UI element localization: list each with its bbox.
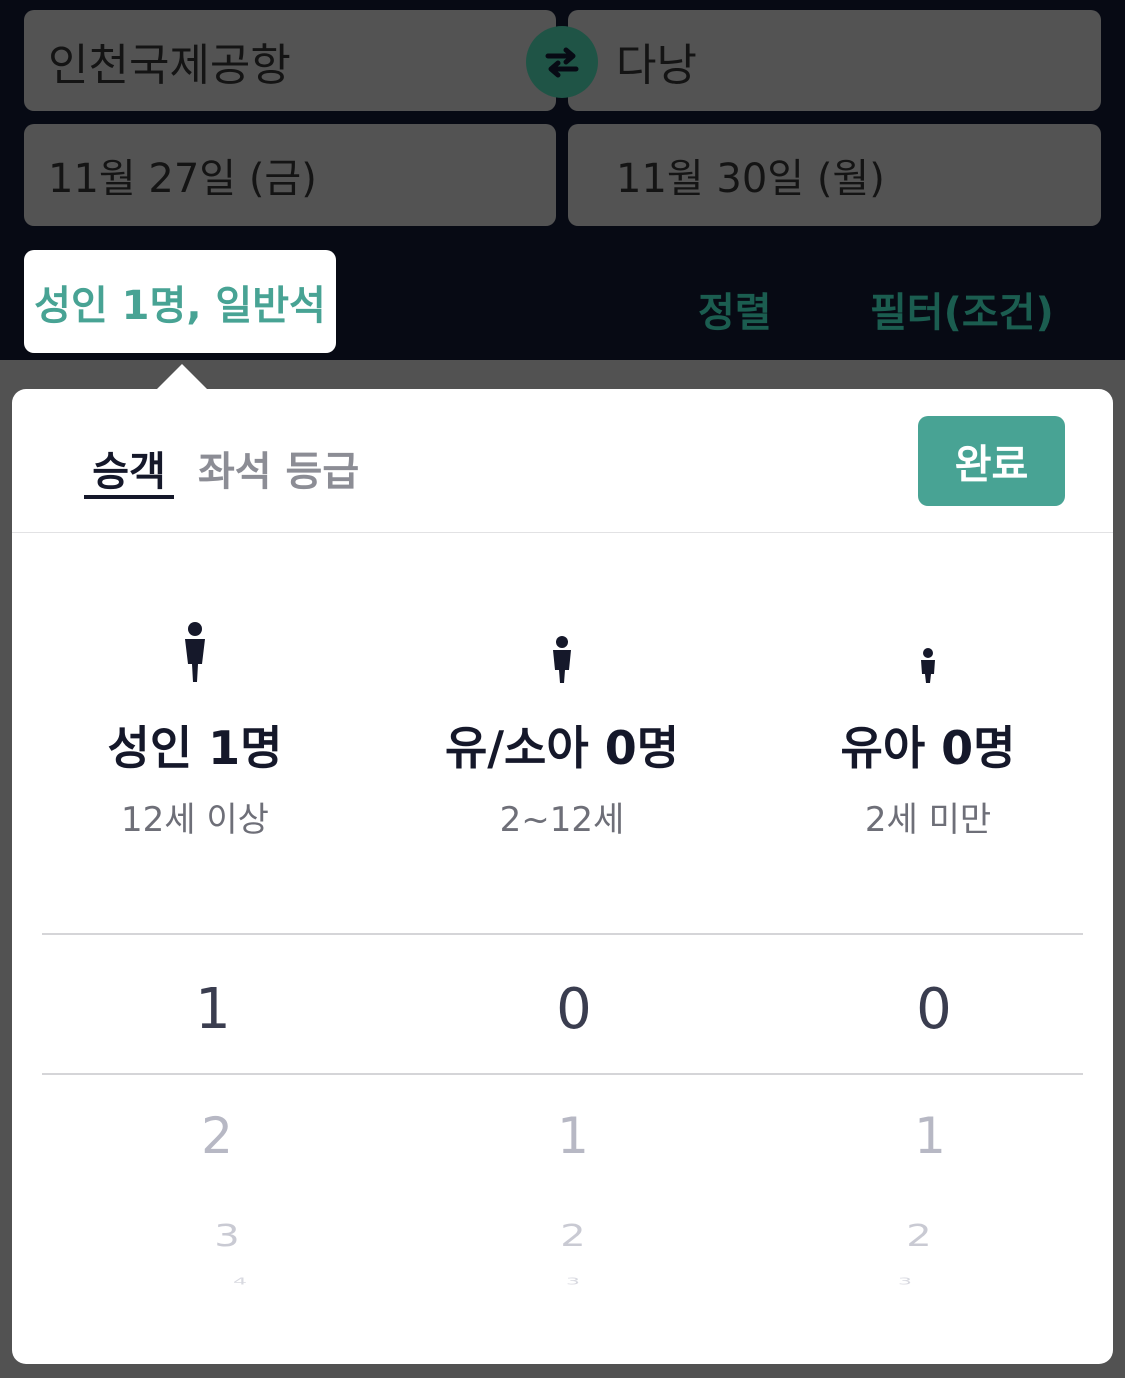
- departure-date-label: 11월 27일 (금): [48, 156, 317, 202]
- sort-button[interactable]: 정렬: [698, 280, 772, 338]
- filter-button[interactable]: 필터(조건): [870, 280, 1054, 338]
- adult-picker-selected[interactable]: 1: [173, 977, 253, 1042]
- tab-active-indicator: [84, 495, 174, 499]
- infant-age-label: 2세 미만: [864, 800, 992, 840]
- adult-count-label: 성인 1명: [107, 721, 283, 775]
- swap-button[interactable]: [526, 26, 598, 98]
- child-picker-selected[interactable]: 0: [534, 977, 614, 1042]
- passenger-sheet: 승객 좌석 등급 완료 성인 1명 12세 이상 유/소아 0명 2~12세 유…: [12, 389, 1113, 1364]
- origin-field[interactable]: 인천국제공항: [24, 10, 556, 111]
- child-column: 유/소아 0명 2~12세: [382, 604, 742, 841]
- child-age-label: 2~12세: [499, 800, 625, 840]
- infant-count-label: 유아 0명: [840, 721, 1016, 775]
- child-picker-option[interactable]: 2: [533, 1219, 613, 1254]
- infant-picker-option[interactable]: 2: [879, 1219, 959, 1254]
- infant-picker-option[interactable]: 1: [890, 1107, 970, 1165]
- adult-icon: [185, 622, 205, 682]
- return-date-label: 11월 30일 (월): [616, 156, 885, 202]
- adult-picker-option[interactable]: 2: [177, 1107, 257, 1165]
- destination-label: 다낭: [616, 39, 697, 91]
- child-icon: [553, 636, 571, 683]
- adult-picker-option[interactable]: 4: [200, 1276, 280, 1287]
- child-picker-option[interactable]: 3: [533, 1276, 613, 1287]
- search-header: 인천국제공항 다낭 11월 27일 (금) 11월 30일 (월) 성인 1명,…: [0, 0, 1125, 360]
- origin-label: 인천국제공항: [48, 39, 291, 91]
- done-button[interactable]: 완료: [918, 416, 1065, 506]
- tab-passengers[interactable]: 승객: [84, 439, 174, 497]
- departure-date-field[interactable]: 11월 27일 (금): [24, 124, 556, 226]
- adult-age-label: 12세 이상: [121, 800, 269, 840]
- infant-picker-selected[interactable]: 0: [894, 977, 974, 1042]
- child-picker-option[interactable]: 1: [533, 1107, 613, 1165]
- picker-selection-top-line: [42, 933, 1083, 935]
- passenger-class-button[interactable]: 성인 1명, 일반석: [24, 250, 336, 353]
- infant-column: 유아 0명 2세 미만: [748, 604, 1108, 841]
- destination-field[interactable]: 다낭: [568, 10, 1101, 111]
- return-date-field[interactable]: 11월 30일 (월): [568, 124, 1101, 226]
- picker-selection-bottom-line: [42, 1073, 1083, 1075]
- sheet-divider: [12, 532, 1113, 533]
- popover-caret: [156, 364, 208, 390]
- adult-picker-option[interactable]: 3: [187, 1219, 267, 1254]
- adult-column: 성인 1명 12세 이상: [15, 604, 375, 841]
- tab-seat-class[interactable]: 좌석 등급: [198, 439, 359, 497]
- infant-icon: [921, 648, 935, 683]
- child-count-label: 유/소아 0명: [444, 721, 680, 775]
- swap-icon: [545, 47, 579, 78]
- passenger-class-label: 성인 1명, 일반석: [34, 282, 326, 329]
- infant-picker-option[interactable]: 3: [865, 1276, 945, 1287]
